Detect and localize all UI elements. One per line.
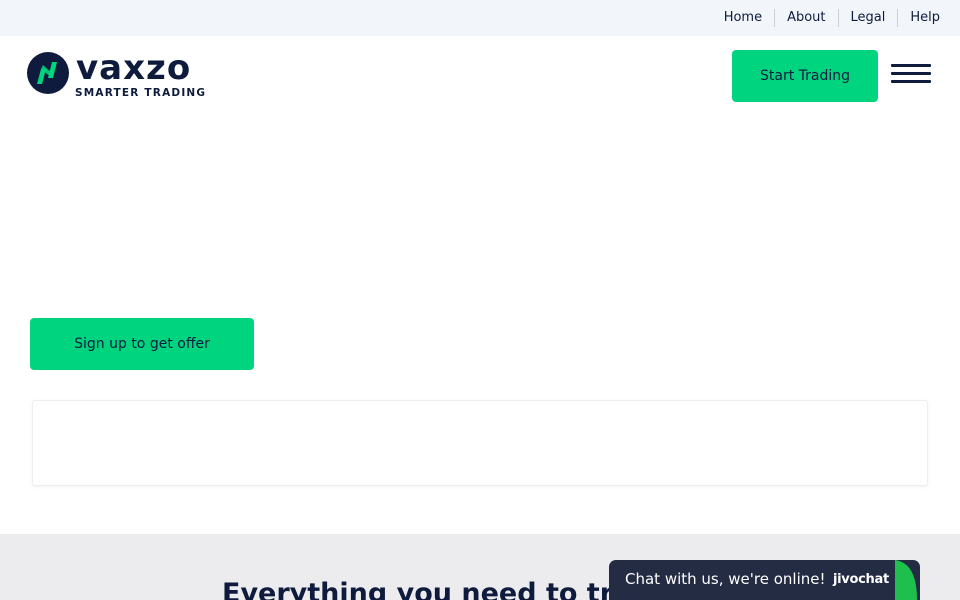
chat-brand-logo: jivochat xyxy=(833,572,889,587)
site-logo[interactable]: vaxzo SMARTER TRADING xyxy=(26,48,216,102)
content-card xyxy=(32,400,928,486)
start-trading-button[interactable]: Start Trading xyxy=(732,50,878,102)
site-header: vaxzo SMARTER TRADING Start Trading xyxy=(0,36,960,116)
top-nav: Home About Legal Help xyxy=(712,0,940,36)
logo-tagline: SMARTER TRADING xyxy=(75,87,207,99)
top-nav-legal[interactable]: Legal xyxy=(839,9,898,27)
top-nav-help[interactable]: Help xyxy=(898,9,940,27)
chat-leaf-icon xyxy=(895,560,917,600)
top-nav-home[interactable]: Home xyxy=(712,9,774,27)
top-utility-bar: Home About Legal Help xyxy=(0,0,960,36)
logo-wordmark: vaxzo xyxy=(76,48,192,88)
hamburger-menu-icon[interactable] xyxy=(891,64,933,88)
top-nav-about[interactable]: About xyxy=(775,9,837,27)
section-heading: Everything you need to trade xyxy=(222,578,669,600)
logo-mark-icon xyxy=(27,52,69,94)
chat-widget-label: Chat with us, we're online! xyxy=(625,570,826,588)
signup-offer-button[interactable]: Sign up to get offer xyxy=(30,318,254,370)
chat-widget[interactable]: Chat with us, we're online! jivochat xyxy=(609,560,920,600)
